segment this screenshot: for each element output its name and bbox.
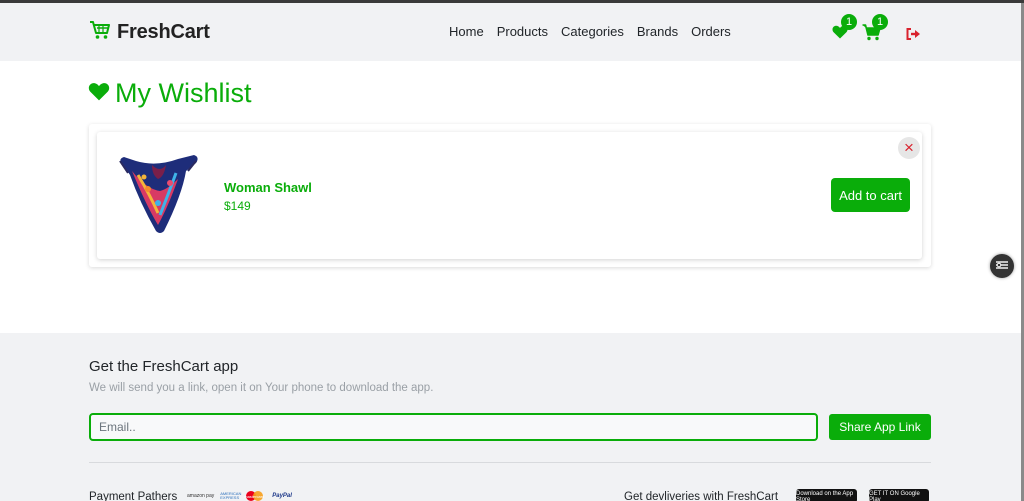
page-title: My Wishlist [88,78,252,109]
cart-logo-icon [89,20,111,45]
wishlist-count-badge: 1 [841,14,857,30]
paypal-logo: PayPal [272,493,292,499]
footer-subtitle: We will send you a link, open it on Your… [89,382,434,394]
cart-count-badge: 1 [872,14,888,30]
amex-logo: AMERICAN EXPRESS [220,491,242,500]
shopping-cart-icon [862,24,881,45]
navbar: FreshCart Home Products Categories Brand… [0,3,1021,61]
product-price: $149 [224,199,251,213]
email-input[interactable] [89,413,818,441]
brand-logo[interactable]: FreshCart [89,20,210,45]
logout-button[interactable] [906,27,921,45]
main-nav: Home Products Categories Brands Orders [449,24,731,39]
nav-link-orders[interactable]: Orders [691,24,731,39]
cart-nav-button[interactable]: 1 [862,14,888,46]
sliders-icon [996,257,1008,275]
page-title-text: My Wishlist [115,78,252,108]
wishlist-nav-button[interactable]: 1 [832,14,857,44]
nav-icons: 1 1 [832,14,932,49]
nav-link-products[interactable]: Products [497,24,548,39]
payment-logos: amazon pay AMERICAN EXPRESS mastercard P… [187,491,292,501]
google-play-badge[interactable]: GET IT ON Google Play [869,489,929,501]
close-icon: × [904,138,914,157]
brand-name: FreshCart [117,21,210,43]
wishlist-item-card [97,132,922,259]
amazon-pay-logo: amazon pay [187,493,215,499]
mastercard-logo: mastercard [244,491,266,501]
heart-icon [88,82,110,106]
product-name[interactable]: Woman Shawl [224,180,312,195]
nav-link-home[interactable]: Home [449,24,484,39]
share-app-link-button[interactable]: Share App Link [829,414,931,440]
product-image[interactable] [116,155,202,235]
app-store-badge[interactable]: Download on the App Store [796,489,857,501]
nav-link-categories[interactable]: Categories [561,24,624,39]
floating-tools-button[interactable] [990,254,1014,278]
remove-from-wishlist-button[interactable]: × [898,137,920,159]
nav-link-brands[interactable]: Brands [637,24,678,39]
add-to-cart-button[interactable]: Add to cart [831,178,910,212]
deliveries-label: Get devliveries with FreshCart [624,491,779,501]
footer-divider [89,462,931,463]
payment-partners-label: Payment Pathers [89,491,178,501]
sign-out-icon [906,27,921,44]
footer-title: Get the FreshCart app [89,358,239,375]
